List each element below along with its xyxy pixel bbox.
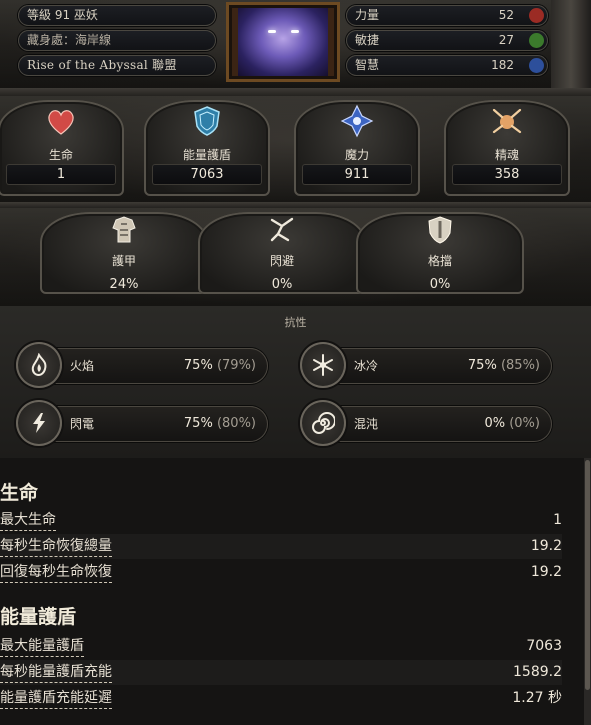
detail-value: 1.27 秒 [512,690,562,706]
stat-details-list: 生命 最大生命 1 每秒生命恢復總量 19.2 回復每秒生命恢復 19.2 能量… [0,458,584,725]
resistance-fire[interactable]: 火焰 75% (79%) [16,342,268,388]
mana-icon [340,104,374,138]
dexterity-gem-icon [529,33,544,48]
resistance-value: 75% (80%) [183,416,256,431]
attribute-value: 52 [498,8,514,22]
stat-label: 魔力 [344,148,369,162]
stat-value: 1 [6,164,116,185]
detail-label: 最大生命 [0,510,56,531]
fire-icon [16,342,62,388]
defence-value: 24% [109,277,139,292]
attribute-label: 智慧 [355,58,380,72]
portrait-image [238,8,328,76]
detail-value: 1589.2 [513,664,562,680]
attribute-value: 182 [491,58,514,72]
resistance-cold[interactable]: 冰冷 75% (85%) [300,342,552,388]
resistance-cap: (85%) [500,358,540,373]
defence-panel-armour[interactable]: 護甲 24% [34,208,214,298]
resistance-label: 火焰 [70,359,95,373]
divider [0,88,591,96]
detail-value: 1 [553,512,562,528]
section-title-life: 生命 [0,482,39,504]
character-portrait[interactable] [226,2,340,82]
resistance-value: 75% (85%) [467,358,540,373]
scrollbar[interactable] [584,458,591,725]
stat-value: 911 [302,164,412,185]
cold-icon [300,342,346,388]
intelligence-gem-icon [529,58,544,73]
defence-value: 0% [271,277,293,292]
hideout-text: 藏身處：海岸線 [27,33,112,47]
detail-value: 19.2 [530,538,562,554]
detail-row[interactable]: 每秒生命恢復總量 19.2 [0,534,562,559]
resistance-cap: (80%) [216,416,256,431]
detail-label: 每秒能量護盾充能 [0,662,112,683]
detail-value: 7063 [526,638,562,654]
attribute-label: 力量 [355,8,380,22]
stat-label: 能量護盾 [182,148,231,162]
evasion-icon [270,217,294,242]
detail-row[interactable]: 能量護盾充能延遲 1.27 秒 [0,686,562,711]
detail-row[interactable]: 回復每秒生命恢復 19.2 [0,560,562,585]
stat-label: 生命 [48,148,73,162]
defence-label: 護甲 [111,254,136,268]
hideout-field[interactable]: 藏身處：海岸線 [18,30,216,51]
league-field: Rise of the Abyssal 聯盟 [18,55,216,76]
stat-label: 精魂 [494,148,519,162]
resistances-panel: 抗性 火焰 75% (79%) 冰冷 75% (85%) 閃電 75% (80%… [0,306,591,458]
attribute-value: 27 [498,33,514,47]
detail-label: 能量護盾充能延遲 [0,688,112,709]
attribute-label: 敏捷 [355,33,380,47]
heart-icon [48,110,74,135]
stat-value: 358 [452,164,562,185]
resistance-chaos[interactable]: 混沌 0% (0%) [300,400,552,446]
detail-row[interactable]: 最大生命 1 [0,508,562,533]
defence-value: 0% [429,277,451,292]
detail-label: 每秒生命恢復總量 [0,536,112,557]
block-icon [428,216,452,244]
resistance-label: 混沌 [354,417,379,431]
attribute-dexterity: 敏捷 27 [346,30,548,51]
detail-label: 最大能量護盾 [0,636,84,657]
stat-panel-spirit[interactable]: 精魂 358 [438,96,576,200]
scrollbar-thumb[interactable] [585,460,590,690]
detail-label: 回復每秒生命恢復 [0,562,112,583]
defence-label: 閃避 [269,254,294,268]
resistance-lightning[interactable]: 閃電 75% (80%) [16,400,268,446]
statue-ornament [551,0,591,88]
stat-value: 7063 [152,164,262,185]
section-title-energy-shield: 能量護盾 [0,606,77,628]
resistances-title: 抗性 [284,316,307,329]
energy-shield-icon [194,106,220,136]
detail-value: 19.2 [530,564,562,580]
level-class-field: 等級 91 巫妖 [18,5,216,26]
armour-icon [112,216,136,243]
character-header: 等級 91 巫妖 藏身處：海岸線 Rise of the Abyssal 聯盟 … [0,0,591,88]
lightning-icon [16,400,62,446]
resistance-value: 0% (0%) [484,416,540,431]
chaos-icon [300,400,346,446]
defence-panel-block[interactable]: 格擋 0% [350,208,530,298]
strength-gem-icon [529,8,544,23]
stat-panel-life[interactable]: 生命 1 [0,96,130,200]
defence-panel-evasion[interactable]: 閃避 0% [192,208,372,298]
detail-row[interactable]: 每秒能量護盾充能 1589.2 [0,660,562,685]
stat-panel-mana[interactable]: 魔力 911 [288,96,426,200]
resistance-label: 冰冷 [354,359,379,373]
attribute-strength: 力量 52 [346,5,548,26]
detail-row[interactable]: 最大能量護盾 7063 [0,634,562,659]
stat-panel-energy-shield[interactable]: 能量護盾 7063 [138,96,276,200]
resistance-label: 閃電 [70,417,95,431]
resistance-cap: (79%) [216,358,256,373]
level-class-text: 等級 91 巫妖 [27,8,98,22]
resistance-cap: (0%) [509,416,540,431]
attribute-intelligence: 智慧 182 [346,55,548,76]
resistance-value: 75% (79%) [183,358,256,373]
defence-label: 格擋 [427,254,452,268]
league-text: Rise of the Abyssal 聯盟 [27,58,177,72]
spirit-icon [492,108,522,134]
